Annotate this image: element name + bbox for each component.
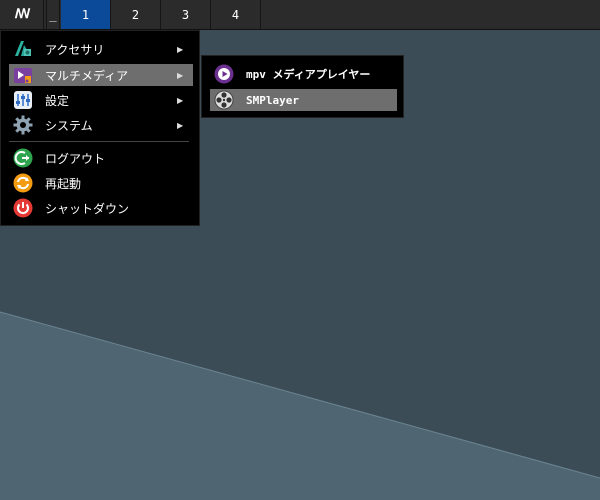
start-menu-button[interactable]: ꟿ	[0, 0, 44, 29]
workspace-2-button[interactable]: 2	[111, 0, 161, 29]
restart-icon	[13, 173, 33, 193]
start-logo-icon: ꟿ	[14, 7, 31, 22]
menu-item-label: 再起動	[45, 176, 82, 191]
shutdown-icon	[13, 198, 33, 218]
menu-item-system[interactable]: システム ▶	[9, 114, 193, 136]
workspace-3-button[interactable]: 3	[161, 0, 211, 29]
workspace-label: 3	[181, 7, 190, 22]
menu-item-logout[interactable]: ログアウト	[9, 147, 193, 169]
menu-item-label: 設定	[45, 93, 70, 108]
system-gear-icon	[13, 115, 33, 135]
menu-item-label: ログアウト	[45, 151, 106, 166]
multimedia-icon	[13, 65, 33, 85]
submenu-arrow-icon: ▶	[177, 70, 184, 80]
minimize-all-button[interactable]: _	[46, 0, 60, 29]
menu-item-accessories[interactable]: アクセサリ ▶	[9, 38, 193, 60]
main-menu: アクセサリ ▶ マルチメディア ▶ 設定 ▶ システム ▶ ログアウト 再起動 …	[0, 30, 200, 226]
workspace-4-button[interactable]: 4	[211, 0, 261, 29]
menu-separator	[9, 141, 189, 142]
workspace-label: 2	[131, 7, 140, 22]
mpv-icon	[214, 64, 234, 84]
workspace-label: 4	[231, 7, 240, 22]
accessories-icon	[13, 39, 33, 59]
submenu-item-label: SMPlayer	[246, 93, 299, 107]
submenu-item-mpv[interactable]: mpv メディアプレイヤー	[210, 63, 397, 85]
menu-item-label: シャットダウン	[45, 201, 130, 216]
menu-item-restart[interactable]: 再起動	[9, 172, 193, 194]
menu-item-label: マルチメディア	[45, 68, 129, 83]
submenu-arrow-icon: ▶	[177, 120, 184, 130]
menu-item-multimedia[interactable]: マルチメディア ▶	[9, 64, 193, 86]
submenu-item-label: mpv メディアプレイヤー	[246, 68, 371, 81]
submenu-arrow-icon: ▶	[177, 44, 184, 54]
minimize-icon: _	[49, 7, 57, 22]
menu-item-label: アクセサリ	[45, 42, 105, 57]
submenu-item-smplayer[interactable]: SMPlayer	[210, 89, 397, 111]
smplayer-icon	[214, 90, 234, 110]
workspace-1-button[interactable]: 1	[61, 0, 111, 29]
taskbar: ꟿ _ 1 2 3 4	[0, 0, 600, 30]
multimedia-submenu: mpv メディアプレイヤー SMPlayer	[201, 55, 404, 118]
menu-item-shutdown[interactable]: シャットダウン	[9, 197, 193, 219]
workspace-label: 1	[81, 7, 90, 22]
logout-icon	[13, 148, 33, 168]
settings-icon	[13, 90, 33, 110]
submenu-arrow-icon: ▶	[177, 95, 184, 105]
menu-item-label: システム	[45, 118, 93, 133]
menu-item-settings[interactable]: 設定 ▶	[9, 89, 193, 111]
